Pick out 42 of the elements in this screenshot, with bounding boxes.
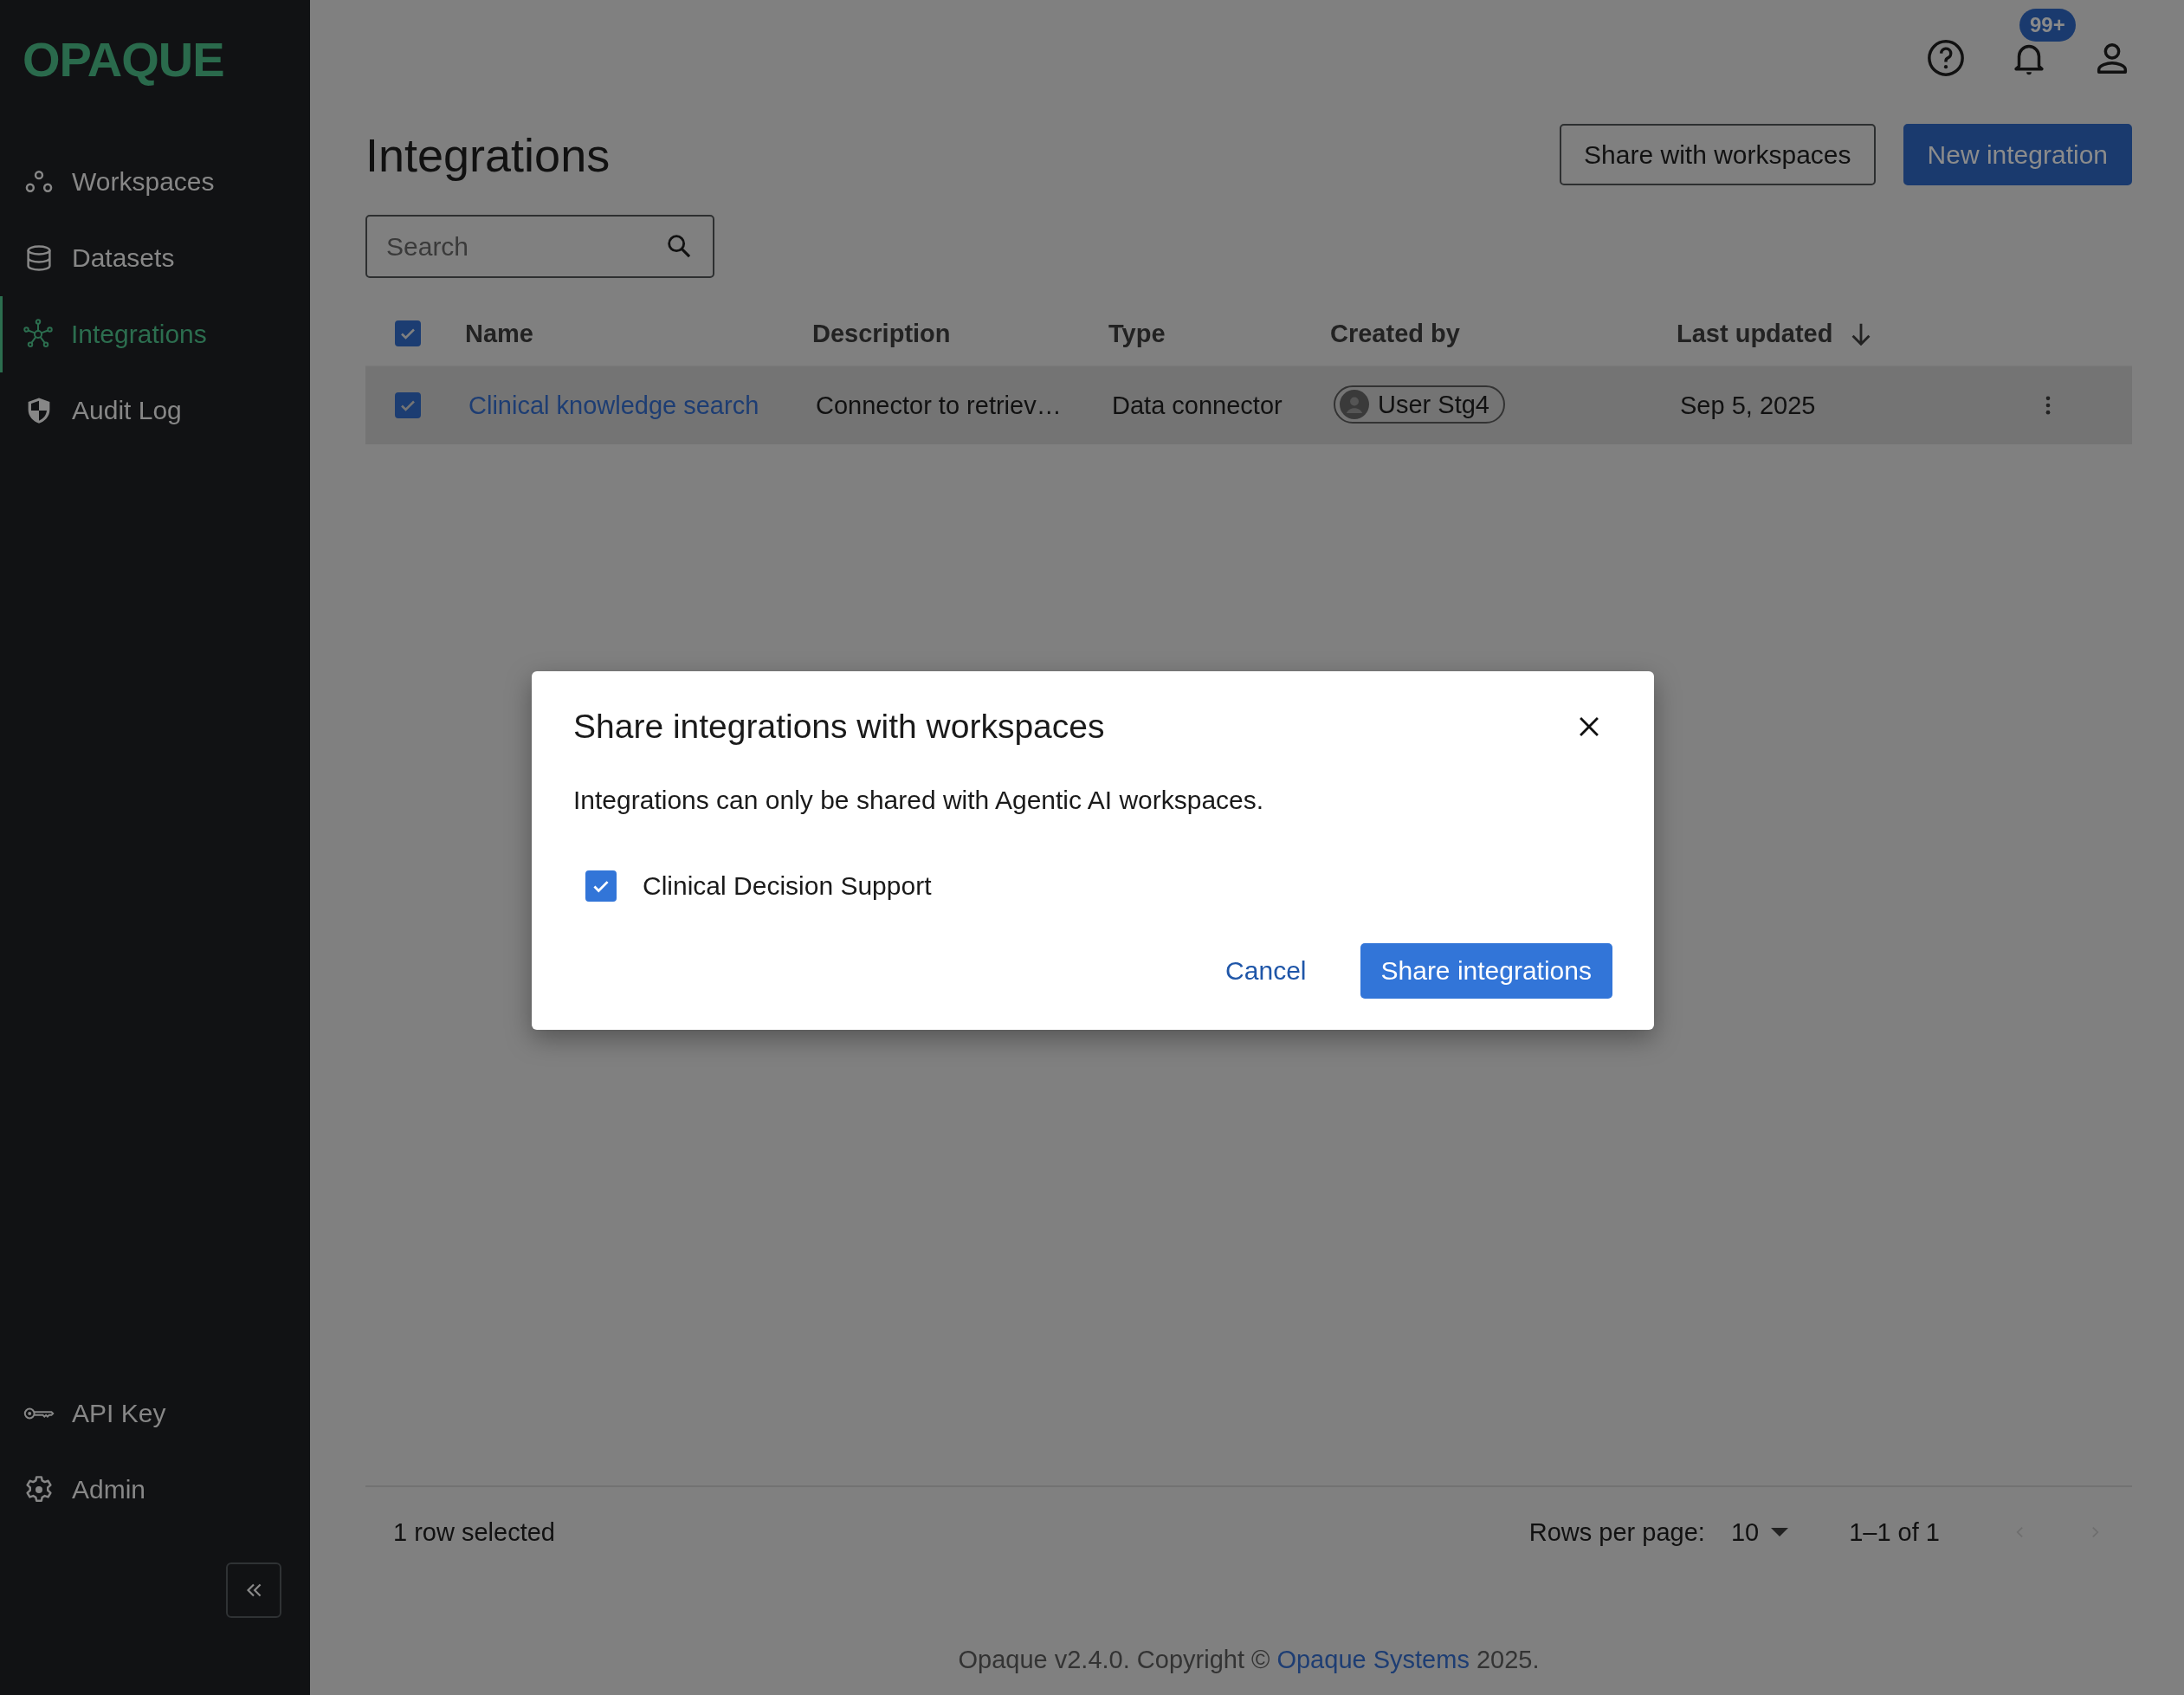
search-field[interactable]: Search <box>365 215 714 278</box>
workspace-label[interactable]: Clinical Decision Support <box>643 871 932 901</box>
nav-item[interactable]: Workspaces <box>0 144 310 220</box>
share-integrations-button[interactable]: Share integrations <box>1360 943 1612 999</box>
new-integration-button[interactable]: New integration <box>1903 124 2132 185</box>
rows-per-page-label: Rows per page: <box>1528 1517 1705 1547</box>
table-cell: Data connector <box>1112 391 1283 419</box>
sort-down-arrow-icon[interactable] <box>1851 321 1871 346</box>
rows-per-page-select[interactable]: 10 <box>1730 1517 1789 1547</box>
nav-item[interactable]: Datasets <box>0 220 310 296</box>
network-icon <box>23 319 54 350</box>
dialog-title: Share integrations with workspaces <box>573 708 1105 746</box>
page-title: Integrations <box>365 127 611 182</box>
collapse-sidebar-button[interactable] <box>226 1562 281 1618</box>
selection-count: 1 row selected <box>393 1517 555 1547</box>
dropdown-caret-icon <box>1771 1528 1789 1536</box>
table-cell: Connector to retriev… <box>816 391 1062 419</box>
column-header[interactable]: Type <box>1108 319 1166 348</box>
row-checkbox[interactable] <box>395 392 421 418</box>
avatar-icon <box>1340 390 1369 419</box>
column-header[interactable]: Description <box>812 319 951 348</box>
logo: OPAQUE <box>22 31 225 88</box>
nav-item[interactable]: Audit Log <box>0 372 310 449</box>
integration-name-link[interactable]: Clinical knowledge search <box>468 391 759 419</box>
user-chip: User Stg4 <box>1334 385 1505 424</box>
column-header[interactable]: Last updated <box>1677 319 1833 348</box>
company-link[interactable]: Opaque Systems <box>1276 1646 1470 1673</box>
notification-count-badge: 99+ <box>2019 9 2076 42</box>
column-header[interactable]: Name <box>465 319 533 348</box>
cancel-button[interactable]: Cancel <box>1205 943 1328 999</box>
share-button[interactable]: Share with workspaces <box>1560 124 1876 185</box>
table-cell: Sep 5, 2025 <box>1680 391 1816 419</box>
nav-item[interactable]: Admin <box>0 1452 310 1528</box>
column-header[interactable]: Created by <box>1330 319 1460 348</box>
help-icon[interactable] <box>1926 38 1966 78</box>
table-row[interactable]: Clinical knowledge search Connector to retriev… Data connector User Stg4 Sep 5, 2025 <box>365 366 2132 444</box>
nav-item[interactable]: API Key <box>0 1375 310 1452</box>
copyright-text: Opaque v2.4.0. Copyright © Opaque Systems 2025. <box>957 1645 1541 1675</box>
workspace-checkbox[interactable] <box>585 870 617 902</box>
page-range: 1–1 of 1 <box>1849 1517 1940 1547</box>
dialog-message: Integrations can only be shared with Agentic AI workspaces. <box>573 786 1265 815</box>
select-all-checkbox[interactable] <box>395 320 421 346</box>
